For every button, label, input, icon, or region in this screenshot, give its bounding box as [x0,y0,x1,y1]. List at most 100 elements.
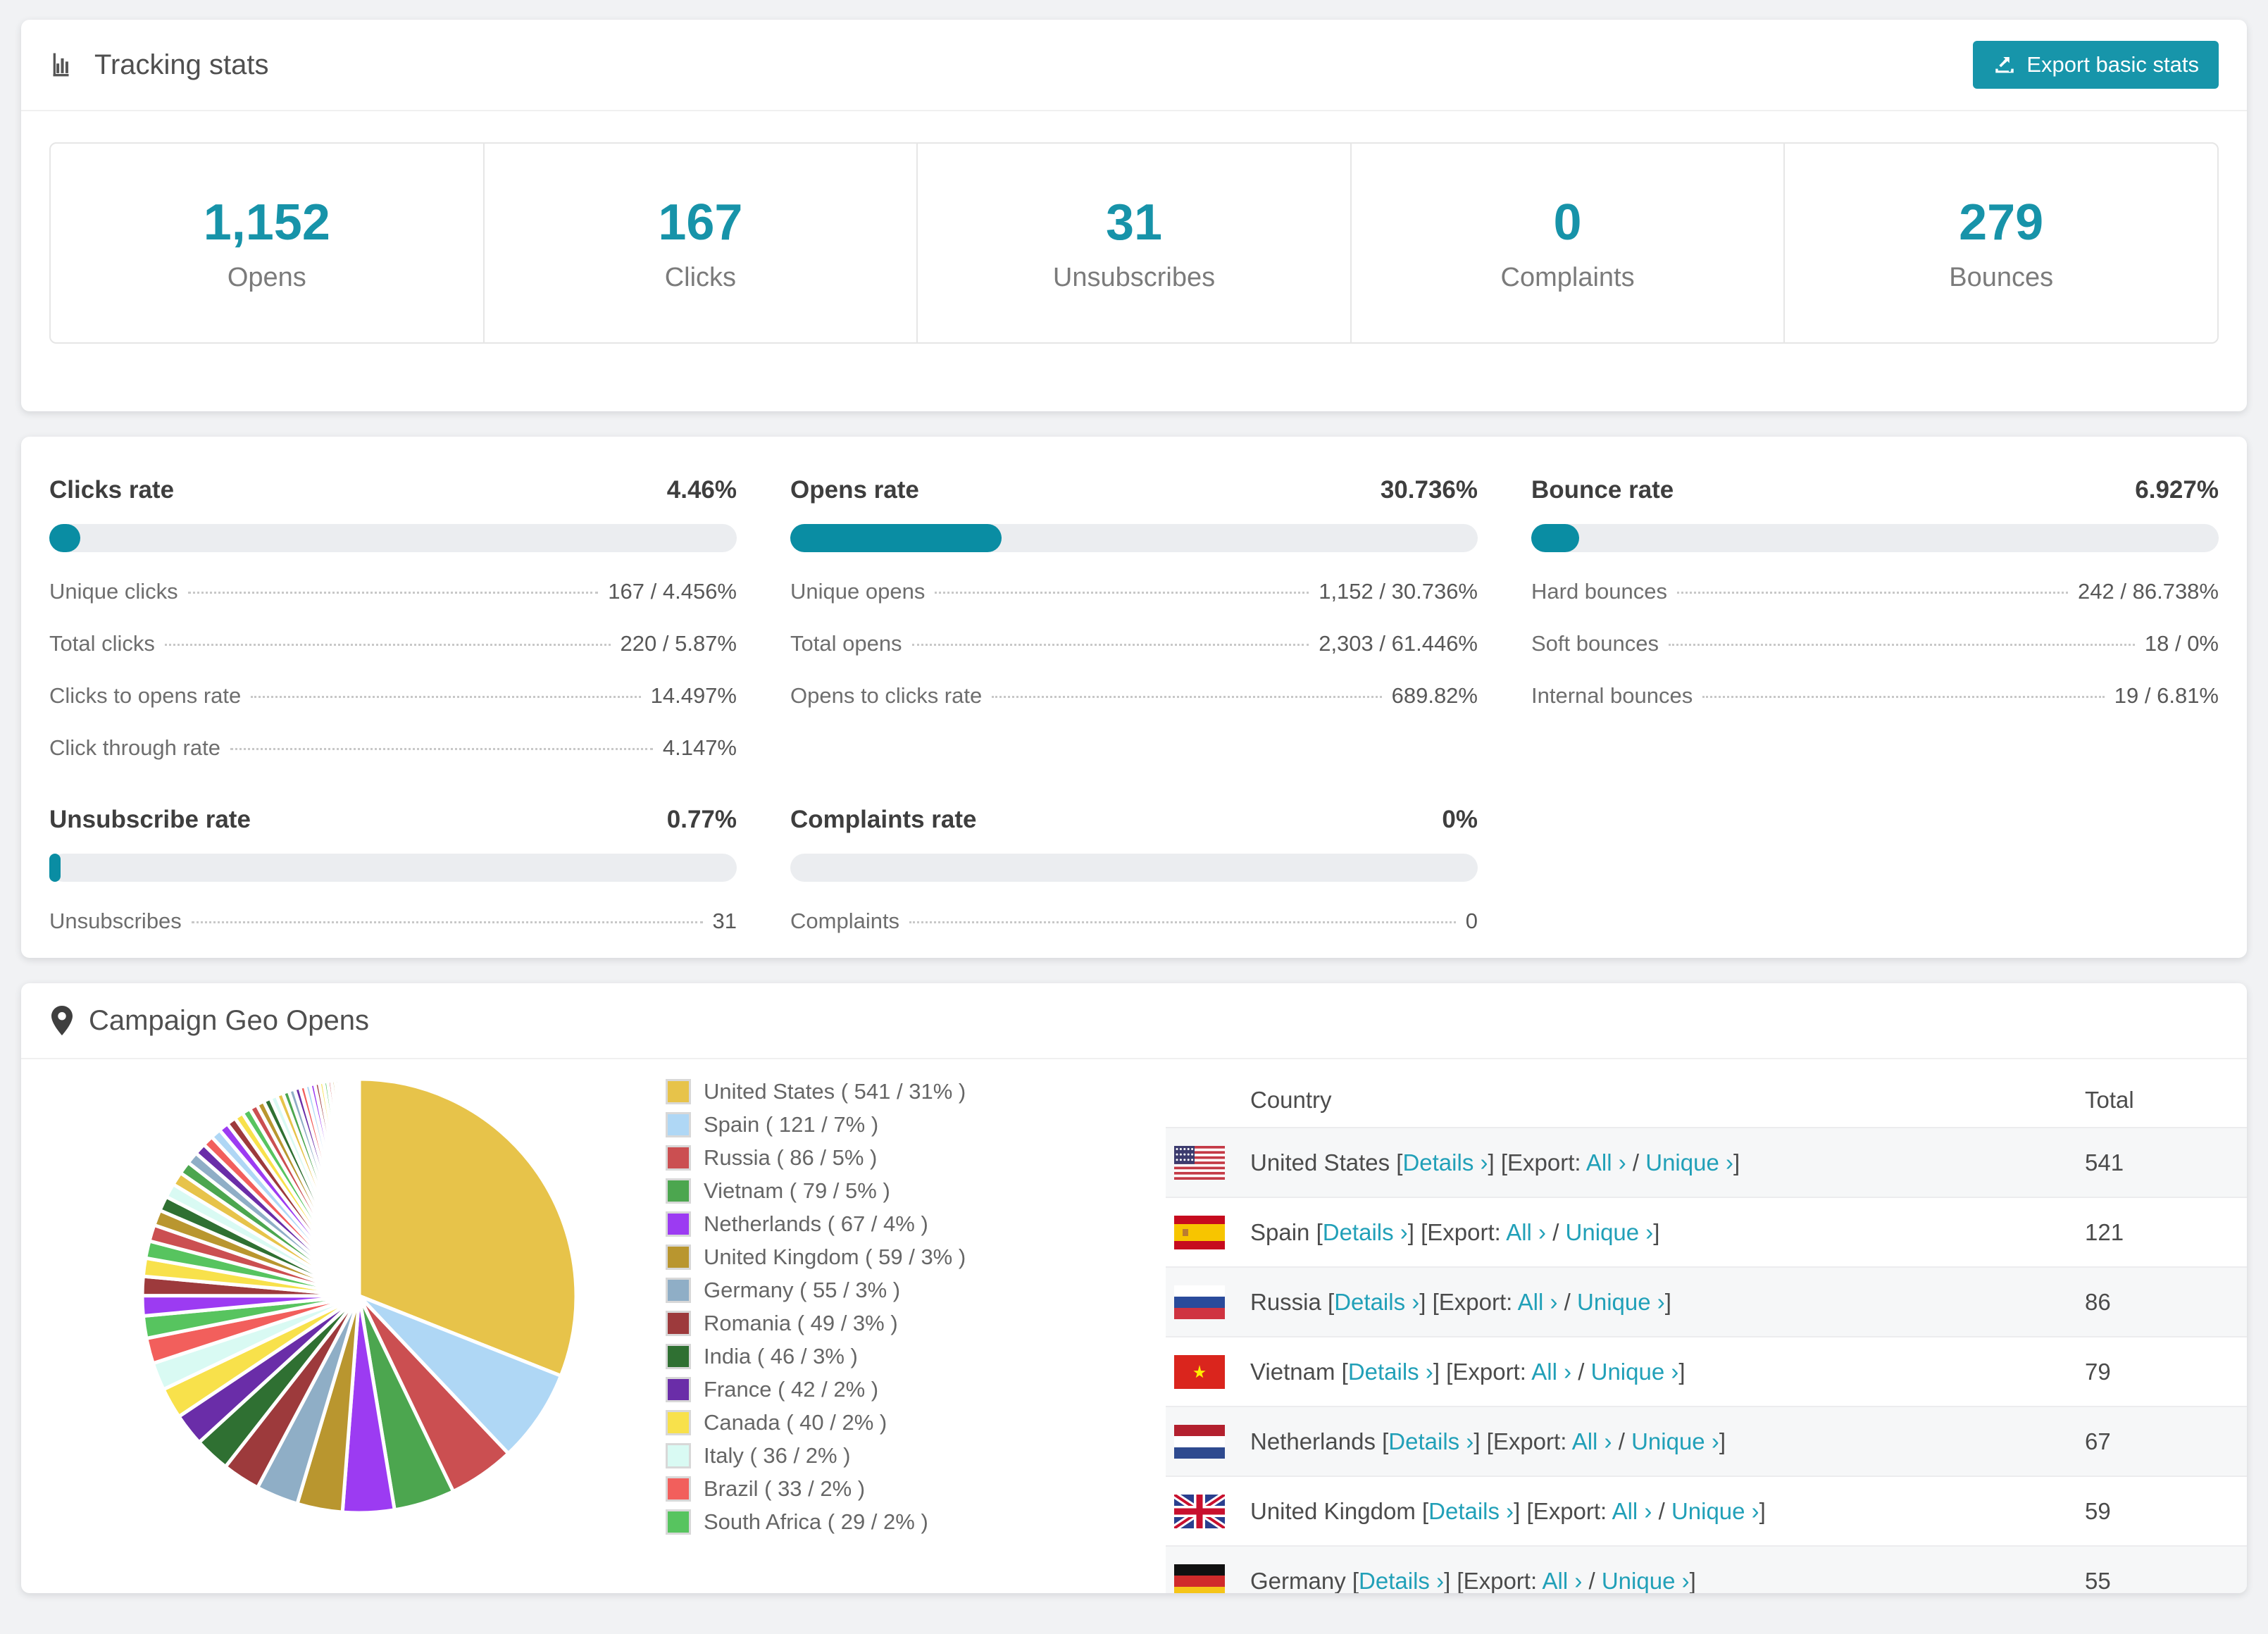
rate-progress-track [49,854,737,882]
rate-detail-label: Soft bounces [1531,631,1659,656]
geo-table-row-vn: Vietnam [Details ›] [Export: All › / Uni… [1166,1336,2247,1406]
rate-detail-value: 167 / 4.456% [608,579,737,604]
stat-value: 31 [1105,194,1163,251]
rate-detail-row: Soft bounces 18 / 0% [1531,631,2219,656]
legend-swatch [666,1079,691,1104]
geo-title: Campaign Geo Opens [89,1004,370,1036]
rate-progress-fill [790,524,1002,552]
rate-detail-label: Complaints [790,909,900,933]
rate-detail-value: 18 / 0% [2144,631,2219,656]
legend-swatch [666,1145,691,1171]
tracking-stats-header: Tracking stats Export basic stats [21,20,2247,111]
export-unique-link[interactable]: Unique › [1602,1568,1690,1594]
export-unique-link[interactable]: Unique › [1645,1149,1733,1175]
rate-progress-track [49,524,737,552]
details-link[interactable]: Details › [1323,1219,1408,1245]
rate-progress-track [790,524,1478,552]
legend-item-russia: Russia ( 86 / 5% ) [666,1145,1018,1171]
stat-cell-bounces: 279 Bounces [1783,144,2217,342]
rate-section-complaints-rate: Complaints rate 0% Complaints 0 [790,806,1478,934]
rate-detail-row: Clicks to opens rate 14.497% [49,683,737,709]
rate-detail-label: Unsubscribes [49,909,182,933]
total-cell: 67 [2085,1428,2111,1454]
country-cell: Germany [Details ›] [Export: All › / Uni… [1250,1567,1696,1594]
legend-label: Germany ( 55 / 3% ) [704,1278,901,1302]
rate-section-value: 0.77% [666,806,737,833]
dotted-leader [909,921,1456,923]
total-cell: 79 [2085,1358,2111,1385]
legend-swatch [666,1344,691,1369]
rate-section-header: Opens rate 30.736% [790,476,1478,504]
legend-swatch [666,1278,691,1303]
pie-slice[interactable] [354,1077,361,1297]
stat-cell-unsubscribes: 31 Unsubscribes [916,144,1350,342]
details-link[interactable]: Details › [1428,1498,1514,1524]
export-unique-link[interactable]: Unique › [1577,1289,1665,1315]
gb-flag-icon [1174,1494,1225,1528]
legend-swatch [666,1410,691,1435]
rate-progress-fill [49,524,80,552]
rate-section-title: Opens rate [790,476,919,504]
rate-section-unsubscribe-rate: Unsubscribe rate 0.77% Unsubscribes 31 [49,806,737,934]
country-cell: Vietnam [Details ›] [Export: All › / Uni… [1250,1358,1686,1385]
export-all-link[interactable]: All › [1612,1498,1652,1524]
rate-detail-row: Hard bounces 242 / 86.738% [1531,579,2219,604]
campaign-geo-opens-card: Campaign Geo Opens United States ( 541 /… [21,983,2247,1593]
rate-progress-fill [49,854,61,882]
rate-detail-label: Unique opens [790,579,926,604]
rate-section-header: Complaints rate 0% [790,806,1478,834]
details-link[interactable]: Details › [1359,1568,1444,1594]
details-link[interactable]: Details › [1388,1428,1473,1454]
legend-swatch [666,1311,691,1336]
stat-label: Bounces [1949,262,2054,292]
export-all-link[interactable]: All › [1531,1359,1571,1385]
export-unique-link[interactable]: Unique › [1671,1498,1759,1524]
export-all-link[interactable]: All › [1572,1428,1612,1454]
geo-table-header: Country Total [1166,1073,2247,1127]
stat-label: Complaints [1500,262,1635,292]
country-cell: Netherlands [Details ›] [Export: All › /… [1250,1428,1726,1454]
details-link[interactable]: Details › [1334,1289,1419,1315]
rate-detail-label: Total opens [790,631,902,656]
dotted-leader [911,644,1309,646]
export-unique-link[interactable]: Unique › [1566,1219,1654,1245]
rate-section-value: 4.46% [666,476,737,504]
legend-label: Spain ( 121 / 7% ) [704,1112,879,1137]
details-link[interactable]: Details › [1348,1359,1433,1385]
export-all-link[interactable]: All › [1586,1149,1626,1175]
export-unique-link[interactable]: Unique › [1631,1428,1719,1454]
dotted-leader [164,644,611,646]
rate-section-value: 6.927% [2135,476,2219,504]
geo-pie-chart[interactable] [134,1071,585,1521]
stat-label: Unsubscribes [1052,262,1216,292]
location-pin-icon [49,1004,75,1037]
export-basic-stats-button[interactable]: Export basic stats [1973,41,2219,89]
rate-section-opens-rate: Opens rate 30.736% Unique opens 1,152 / … [790,476,1478,761]
rate-detail-value: 31 [712,909,737,933]
total-cell: 86 [2085,1288,2111,1315]
rate-section-bounce-rate: Bounce rate 6.927% Hard bounces 242 / 86… [1531,476,2219,761]
legend-swatch [666,1476,691,1502]
rate-detail-label: Total clicks [49,631,155,656]
export-all-link[interactable]: All › [1542,1568,1582,1594]
legend-item-spain: Spain ( 121 / 7% ) [666,1112,1018,1137]
rate-progress-fill [1531,524,1579,552]
geo-table-row-us: United States [Details ›] [Export: All ›… [1166,1127,2247,1197]
rate-detail-label: Unique clicks [49,579,178,604]
legend-label: United Kingdom ( 59 / 3% ) [704,1245,966,1269]
ru-flag-icon [1174,1285,1225,1319]
legend-swatch [666,1443,691,1468]
details-link[interactable]: Details › [1402,1149,1488,1175]
rate-detail-value: 14.497% [650,683,737,708]
rate-section-title: Bounce rate [1531,476,1674,504]
country-cell: Russia [Details ›] [Export: All › / Uniq… [1250,1288,1671,1315]
legend-item-south-africa: South Africa ( 29 / 2% ) [666,1509,1018,1535]
geo-legend: United States ( 541 / 31% ) Spain ( 121 … [666,1079,1018,1542]
export-unique-link[interactable]: Unique › [1591,1359,1679,1385]
rate-detail-label: Hard bounces [1531,579,1668,604]
stat-cell-complaints: 0 Complaints [1350,144,1784,342]
export-all-link[interactable]: All › [1506,1219,1546,1245]
dotted-leader [1702,696,2105,698]
export-all-link[interactable]: All › [1518,1289,1558,1315]
rate-detail-row: Opens to clicks rate 689.82% [790,683,1478,709]
